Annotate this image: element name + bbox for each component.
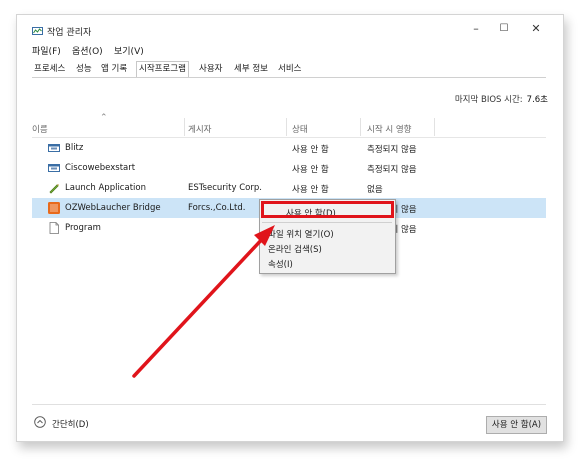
oz-icon bbox=[48, 202, 60, 214]
column-separator bbox=[286, 118, 287, 136]
row-publisher: ESTsecurity Corp. bbox=[188, 183, 262, 193]
tab-services[interactable]: 서비스 bbox=[276, 62, 303, 76]
tab-users[interactable]: 사용자 bbox=[197, 62, 224, 76]
row-status: 사용 안 함 bbox=[292, 145, 329, 155]
row-name: OZWebLaucher Bridge bbox=[65, 203, 161, 213]
table-row[interactable]: Ciscowebexstart 사용 안 함 측정되지 않음 bbox=[32, 158, 546, 178]
tab-processes[interactable]: 프로세스 bbox=[32, 62, 67, 76]
column-separator bbox=[434, 118, 435, 136]
row-name: Program bbox=[65, 223, 101, 233]
row-status: 사용 안 함 bbox=[292, 165, 329, 175]
column-status[interactable]: 상태 bbox=[292, 123, 308, 135]
column-separator bbox=[184, 118, 185, 136]
menu-file[interactable]: 파일(F) bbox=[32, 44, 61, 57]
row-impact: 없음 bbox=[367, 185, 383, 195]
row-name: Blitz bbox=[65, 143, 84, 153]
row-publisher: Forcs.,Co.Ltd. bbox=[188, 203, 246, 213]
tab-details[interactable]: 세부 정보 bbox=[232, 62, 270, 76]
chevron-up-circle-icon[interactable] bbox=[34, 416, 46, 428]
context-menu-separator bbox=[262, 222, 392, 223]
window-icon bbox=[48, 144, 60, 152]
row-impact: 측정되지 않음 bbox=[367, 165, 417, 175]
tab-startup[interactable]: 시작프로그램 bbox=[136, 61, 189, 78]
maximize-button[interactable]: ☐ bbox=[492, 20, 516, 38]
tab-divider bbox=[32, 77, 546, 78]
close-button[interactable]: ✕ bbox=[524, 20, 548, 38]
menu-view[interactable]: 보기(V) bbox=[114, 44, 144, 57]
window-title: 작업 관리자 bbox=[47, 28, 92, 38]
sort-up-icon: ⌃ bbox=[100, 113, 108, 123]
footer-divider bbox=[32, 404, 546, 405]
column-startup-impact[interactable]: 시작 시 영향 bbox=[367, 123, 412, 135]
file-icon bbox=[49, 222, 59, 234]
row-status: 사용 안 함 bbox=[292, 185, 329, 195]
bios-time: 마지막 BIOS 시간: 7.6초 bbox=[455, 93, 548, 105]
column-name[interactable]: 이름 bbox=[32, 123, 48, 135]
tab-performance[interactable]: 성능 bbox=[74, 62, 94, 76]
bios-value: 7.6초 bbox=[526, 95, 548, 105]
window-icon bbox=[48, 164, 60, 172]
table-row[interactable]: Launch Application ESTsecurity Corp. 사용 … bbox=[32, 178, 546, 198]
tab-app-history[interactable]: 앱 기록 bbox=[99, 62, 129, 76]
table-row[interactable]: Blitz 사용 안 함 측정되지 않음 bbox=[32, 138, 546, 158]
task-manager-icon bbox=[32, 27, 43, 35]
minimize-button[interactable]: – bbox=[464, 20, 488, 38]
column-publisher[interactable]: 게시자 bbox=[188, 123, 211, 135]
row-impact: 측정되지 않음 bbox=[367, 145, 417, 155]
title-bar: 작업 관리자 – ☐ ✕ bbox=[16, 14, 562, 40]
disable-button[interactable]: 사용 안 함(A) bbox=[486, 416, 547, 434]
collapse-label[interactable]: 간단히(D) bbox=[52, 418, 89, 430]
bios-label: 마지막 BIOS 시간: bbox=[454, 95, 523, 105]
annotation-highlight-box bbox=[261, 201, 394, 218]
column-separator bbox=[360, 118, 361, 136]
context-menu-properties[interactable]: 속성(I) bbox=[268, 258, 293, 270]
row-name: Ciscowebexstart bbox=[65, 163, 136, 173]
pencil-icon bbox=[49, 184, 59, 194]
row-name: Launch Application bbox=[65, 183, 146, 193]
menu-options[interactable]: 옵션(O) bbox=[72, 44, 103, 57]
context-menu-search-online[interactable]: 온라인 검색(S) bbox=[268, 243, 322, 255]
context-menu-open-file-location[interactable]: 파일 위치 열기(O) bbox=[268, 228, 334, 240]
